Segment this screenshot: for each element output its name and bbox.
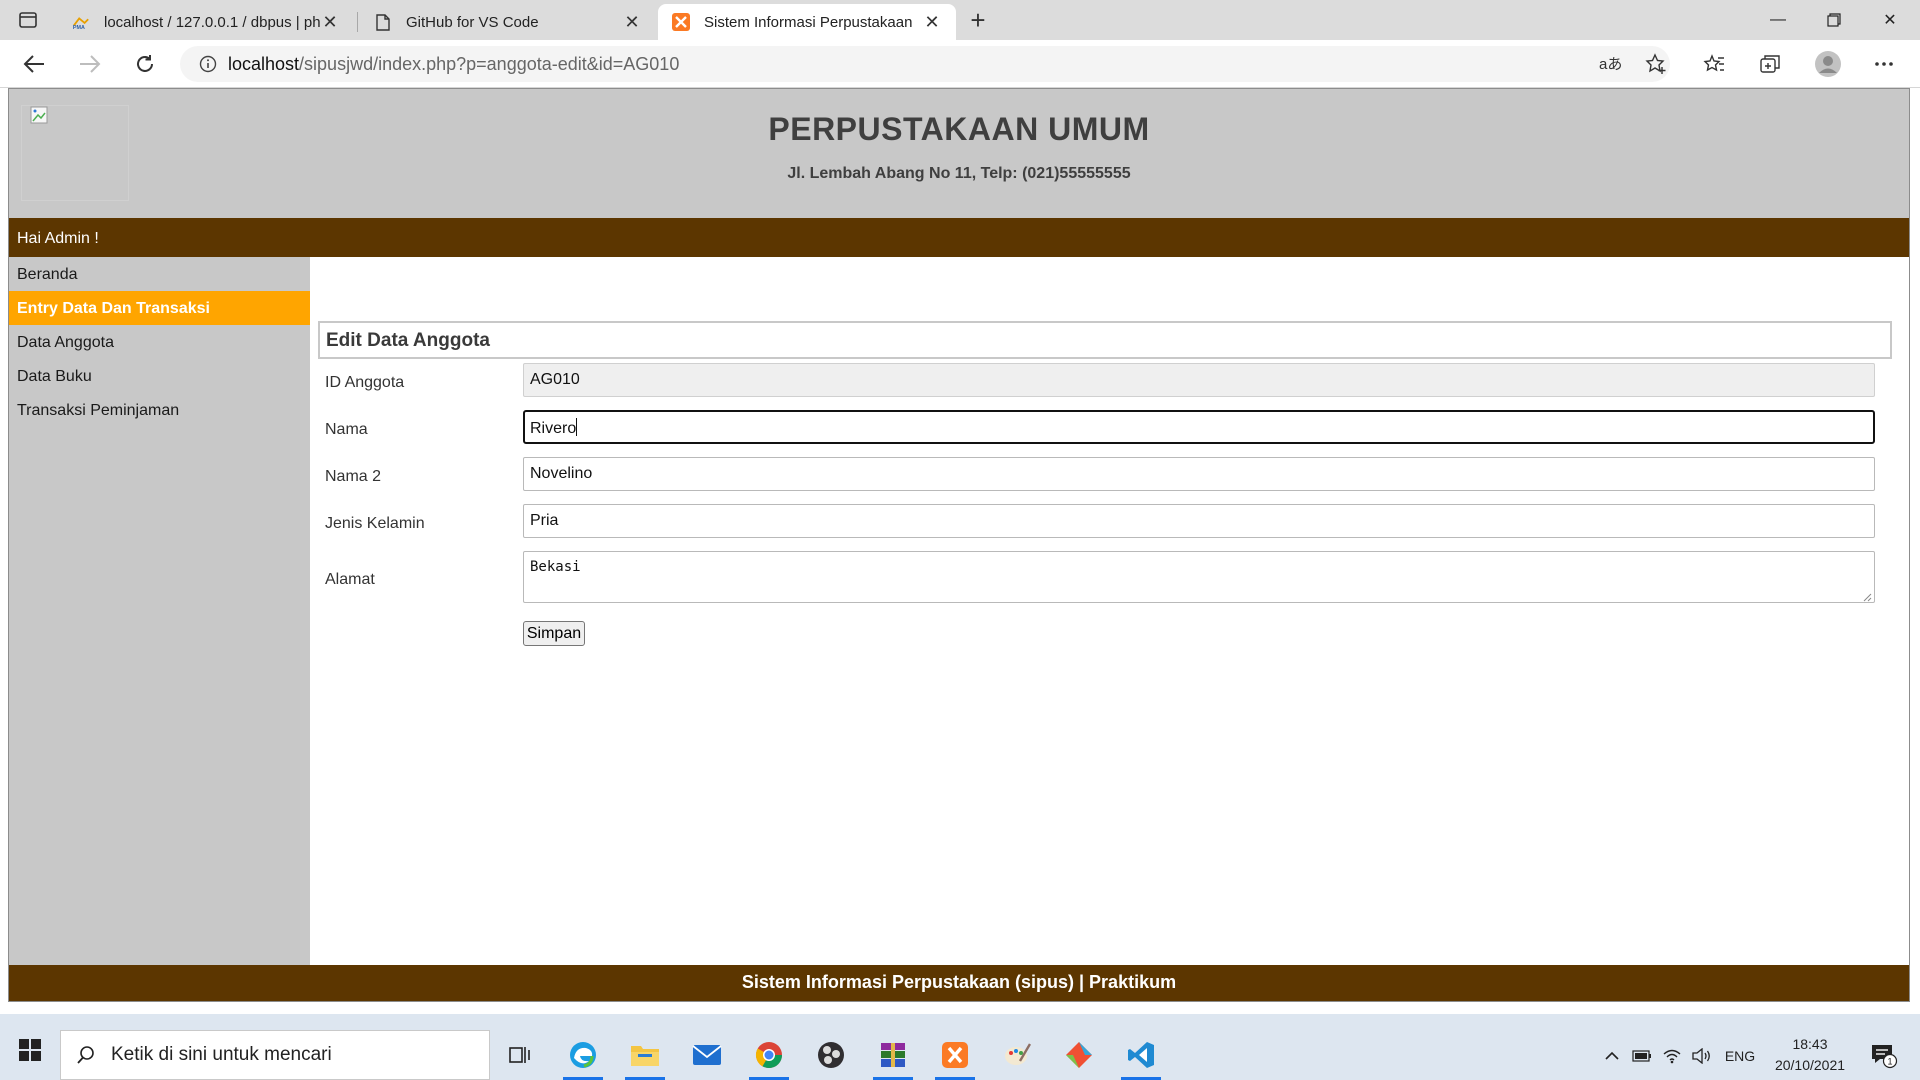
resize-grip-icon[interactable]: [1862, 590, 1872, 602]
field-label: Nama: [325, 421, 368, 438]
add-favorite-icon[interactable]: [1638, 48, 1674, 80]
tab-sipus[interactable]: Sistem Informasi Perpustakaan ✕: [658, 4, 956, 40]
field-label: Jenis Kelamin: [325, 515, 425, 532]
jenis-kelamin-field[interactable]: Pria: [523, 504, 1875, 538]
site-footer: Sistem Informasi Perpustakaan (sipus) | …: [9, 965, 1909, 1001]
tab-github-vscode[interactable]: GitHub for VS Code ✕: [360, 4, 656, 40]
field-label: Nama 2: [325, 468, 382, 485]
id-anggota-field[interactable]: AG010: [523, 363, 1875, 397]
task-view-icon[interactable]: [492, 1030, 548, 1080]
close-window-icon[interactable]: ✕: [1862, 0, 1918, 40]
more-menu-icon[interactable]: [1866, 48, 1902, 80]
winrar-icon[interactable]: [865, 1030, 921, 1080]
page-viewport: PERPUSTAKAAN UMUM Jl. Lembah Abang No 11…: [0, 88, 1920, 1002]
volume-icon[interactable]: [1690, 1038, 1714, 1074]
clock-time: 18:43: [1792, 1036, 1828, 1052]
browser-tab-strip: PMA localhost / 127.0.0.1 / dbpus | ph ✕…: [0, 0, 1920, 40]
notification-count: 1: [1887, 1057, 1892, 1067]
xampp-icon[interactable]: [927, 1030, 983, 1080]
greeting-bar: Hai Admin !: [9, 218, 1909, 257]
collections-icon[interactable]: [1752, 48, 1788, 80]
alamat-value: Bekasi: [530, 559, 581, 575]
nama-value: Rivero: [530, 420, 577, 437]
vscode-icon[interactable]: [1113, 1030, 1169, 1080]
tab-separator: [357, 12, 358, 32]
footer-text: Sistem Informasi Perpustakaan (sipus) | …: [741, 972, 1177, 992]
menu-item-data-anggota[interactable]: Data Anggota: [9, 325, 310, 359]
simpan-button[interactable]: Simpan: [523, 621, 585, 646]
xampp-icon: [672, 13, 690, 31]
url-path: /sipusjwd/index.php?p=anggota-edit&id=AG…: [299, 53, 680, 74]
obs-icon[interactable]: [803, 1030, 859, 1080]
paint-icon[interactable]: [989, 1030, 1045, 1080]
back-icon[interactable]: [16, 48, 52, 80]
phpmyadmin-icon: PMA: [72, 13, 90, 31]
site-container: PERPUSTAKAAN UMUM Jl. Lembah Abang No 11…: [8, 88, 1910, 1002]
favorites-icon[interactable]: [1696, 48, 1732, 80]
chrome-icon[interactable]: [741, 1030, 797, 1080]
edge-icon[interactable]: [555, 1030, 611, 1080]
new-tab-icon[interactable]: +: [962, 5, 994, 35]
text-caret: [576, 418, 578, 436]
tab-title: localhost / 127.0.0.1 / dbpus | ph: [104, 13, 320, 31]
mail-icon[interactable]: [679, 1030, 735, 1080]
site-header: PERPUSTAKAAN UMUM Jl. Lembah Abang No 11…: [9, 89, 1909, 218]
field-label: ID Anggota: [325, 374, 405, 391]
battery-icon[interactable]: [1630, 1038, 1654, 1074]
url-text: localhost/sipusjwd/index.php?p=anggota-e…: [228, 54, 679, 75]
notification-center-icon[interactable]: 1: [1866, 1038, 1902, 1074]
main-content: Edit Data Anggota ID Anggota AG010 Nama …: [310, 257, 1909, 971]
close-tab-icon[interactable]: ✕: [622, 12, 642, 32]
taskbar-search-box[interactable]: Ketik di sini untuk mencari: [60, 1030, 490, 1080]
nama-field[interactable]: Rivero: [523, 410, 1875, 444]
address-bar[interactable]: localhost/sipusjwd/index.php?p=anggota-e…: [180, 46, 1670, 82]
refresh-icon[interactable]: [127, 48, 163, 80]
form-heading: Edit Data Anggota: [318, 321, 1892, 359]
file-explorer-icon[interactable]: [617, 1030, 673, 1080]
restore-icon[interactable]: [1806, 0, 1862, 40]
search-placeholder: Ketik di sini untuk mencari: [111, 1044, 332, 1065]
field-label: Alamat: [325, 571, 375, 588]
git-icon[interactable]: [1051, 1030, 1107, 1080]
tab-phpmyadmin[interactable]: PMA localhost / 127.0.0.1 / dbpus | ph ✕: [58, 4, 354, 40]
search-icon: [61, 1045, 111, 1065]
show-hidden-icons-icon[interactable]: [1600, 1038, 1624, 1074]
language-indicator[interactable]: ENG: [1722, 1038, 1758, 1074]
site-address: Jl. Lembah Abang No 11, Telp: (021)55555…: [787, 165, 1131, 182]
tab-title: Sistem Informasi Perpustakaan: [704, 13, 913, 31]
forward-icon[interactable]: [72, 48, 108, 80]
tab-actions-icon[interactable]: [14, 8, 42, 32]
profile-avatar-icon[interactable]: [1810, 48, 1846, 80]
menu-item-entry-data[interactable]: Entry Data Dan Transaksi: [9, 291, 310, 325]
read-aloud-icon[interactable]: aあ: [1592, 48, 1628, 80]
close-tab-icon[interactable]: ✕: [320, 12, 340, 32]
windows-start-icon[interactable]: [14, 1034, 46, 1066]
minimize-icon[interactable]: —: [1750, 0, 1806, 40]
taskbar-gap: [0, 1002, 1920, 1014]
browser-toolbar: localhost/sipusjwd/index.php?p=anggota-e…: [0, 40, 1920, 88]
menu-item-beranda[interactable]: Beranda: [9, 257, 310, 291]
menu-item-data-buku[interactable]: Data Buku: [9, 359, 310, 393]
alamat-textarea[interactable]: Bekasi: [523, 551, 1875, 603]
svg-text:PMA: PMA: [73, 25, 85, 30]
nama-2-field[interactable]: Novelino: [523, 457, 1875, 491]
clock-date: 20/10/2021: [1774, 1057, 1846, 1073]
windows-taskbar: Ketik di sini untuk mencari ENG 18:43 20…: [0, 1002, 1920, 1080]
document-icon: [374, 13, 392, 31]
url-host: localhost: [228, 53, 300, 74]
tab-title: GitHub for VS Code: [406, 13, 539, 31]
site-info-icon[interactable]: [188, 55, 228, 73]
wifi-icon[interactable]: [1660, 1038, 1684, 1074]
sidebar: Beranda Entry Data Dan Transaksi Data An…: [9, 257, 310, 971]
close-tab-icon[interactable]: ✕: [922, 12, 942, 32]
menu-item-transaksi-peminjaman[interactable]: Transaksi Peminjaman: [9, 393, 310, 427]
system-clock[interactable]: 18:43 20/10/2021: [1765, 1034, 1855, 1076]
svg-text:aあ: aあ: [1599, 56, 1621, 73]
greeting-text: Hai Admin !: [17, 230, 99, 247]
site-title: PERPUSTAKAAN UMUM: [768, 111, 1150, 147]
